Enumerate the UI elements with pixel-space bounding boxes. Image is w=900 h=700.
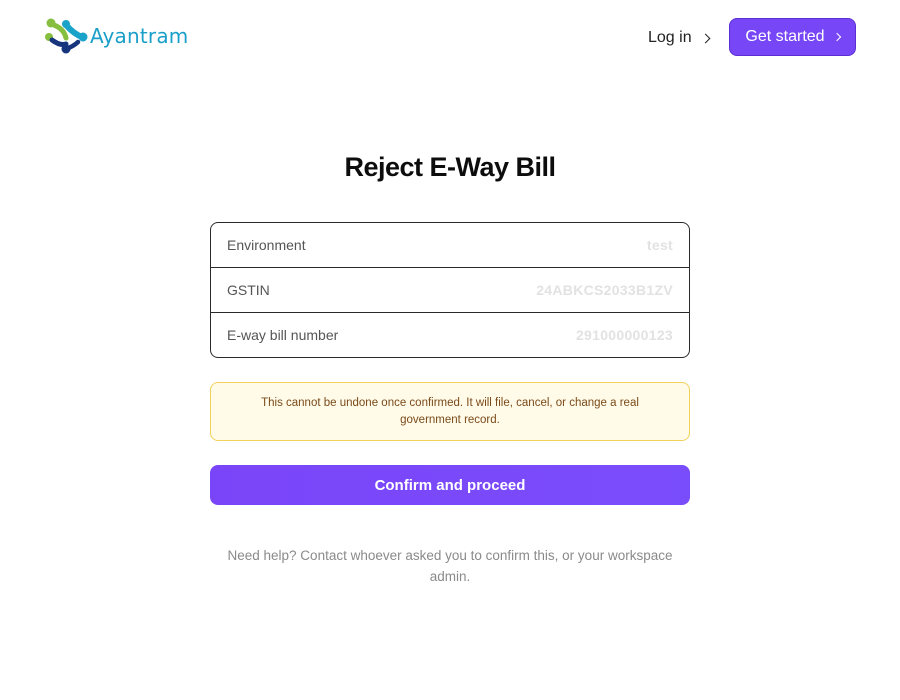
- field-value: 24ABKCS2033B1ZV: [536, 282, 673, 298]
- confirm-label: Confirm and proceed: [374, 476, 526, 494]
- details-panel: Environment test GSTIN 24ABKCS2033B1ZV E…: [210, 222, 690, 358]
- field-row-eway-bill-number: E-way bill number 291000000123: [211, 313, 689, 357]
- field-label: Environment: [227, 237, 306, 253]
- get-started-label: Get started: [745, 28, 825, 45]
- chevron-right-icon: [832, 32, 841, 42]
- login-label: Log in: [648, 29, 692, 46]
- field-row-environment: Environment test: [211, 223, 689, 268]
- help-text: Need help? Contact whoever asked you to …: [227, 548, 673, 584]
- field-label: E-way bill number: [227, 327, 339, 343]
- brand-name: Ayantram: [90, 24, 189, 48]
- chevron-right-icon: [700, 33, 711, 43]
- field-value: test: [646, 237, 673, 253]
- field-row-gstin: GSTIN 24ABKCS2033B1ZV: [211, 268, 689, 313]
- ayantram-logo-icon: [44, 16, 88, 56]
- get-started-button[interactable]: Get started: [729, 18, 856, 56]
- login-link[interactable]: Log in: [648, 27, 711, 49]
- confirm-button[interactable]: Confirm and proceed: [210, 465, 690, 505]
- field-label: GSTIN: [227, 282, 270, 298]
- page-title: Reject E-Way Bill: [344, 152, 556, 182]
- warning-notice: This cannot be undone once confirmed. It…: [210, 382, 690, 441]
- header: Ayantram Log in Get started: [0, 0, 900, 80]
- field-value: 291000000123: [575, 327, 673, 343]
- brand-logo[interactable]: Ayantram: [44, 16, 189, 56]
- warning-text: This cannot be undone once confirmed. It…: [261, 396, 639, 426]
- page: Ayantram Log in Get started Reject E-Way…: [0, 0, 900, 700]
